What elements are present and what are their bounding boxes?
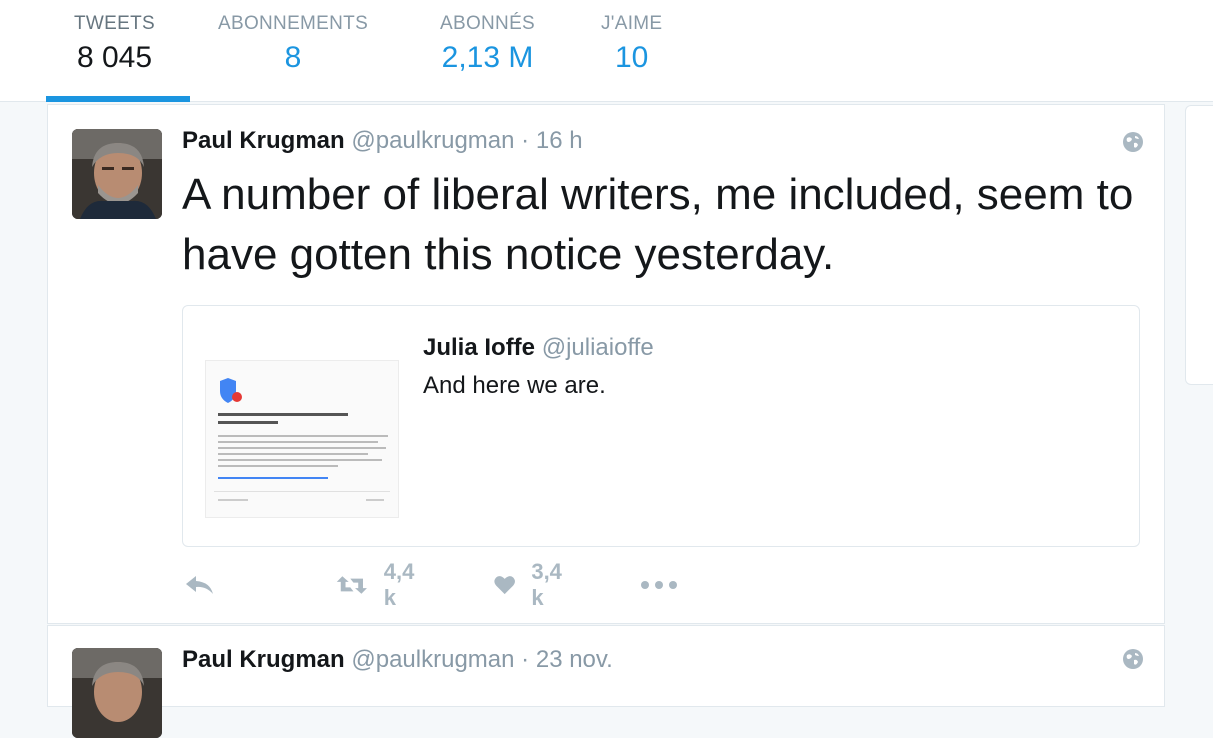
retweet-icon: [336, 576, 367, 594]
author-name[interactable]: Paul Krugman: [182, 646, 345, 673]
tweet-header: Paul Krugman @paulkrugman · 16 h: [182, 127, 583, 155]
stat-label: J'AIME: [601, 13, 663, 34]
tweet[interactable]: Paul Krugman @paulkrugman · 23 nov.: [47, 625, 1165, 738]
quoted-tweet[interactable]: Google Julia Ioffe @juliaioffe And h: [182, 305, 1140, 547]
stat-value: 2,13 M: [441, 41, 534, 74]
stat-value: 8: [284, 41, 302, 74]
separator: ·: [521, 127, 530, 154]
reply-icon: [186, 576, 213, 594]
retweet-count: 4,4 k: [383, 559, 415, 610]
more-button[interactable]: [640, 567, 678, 603]
tweet-text: A number of liberal writers, me included…: [182, 170, 1134, 279]
profile-nav: TWEETS 8 045 ABONNEMENTS 8 ABONNÉS 2,13 …: [0, 0, 1213, 102]
retweet-button[interactable]: 4,4 k: [336, 559, 423, 610]
stat-following[interactable]: ABONNEMENTS 8: [218, 13, 368, 75]
stat-label: TWEETS: [74, 13, 155, 34]
separator: ·: [521, 646, 530, 673]
tweet-timestamp[interactable]: 23 nov.: [536, 646, 613, 673]
tweet[interactable]: Paul Krugman @paulkrugman · 16 h A numbe…: [47, 104, 1165, 624]
stat-followers[interactable]: ABONNÉS 2,13 M: [440, 13, 535, 75]
quoted-author: Julia Ioffe @juliaioffe: [423, 334, 654, 362]
tweet-timestamp[interactable]: 16 h: [536, 127, 583, 154]
like-button[interactable]: 3,4 k: [494, 559, 569, 610]
quoted-author-handle[interactable]: @juliaioffe: [542, 334, 654, 361]
quoted-author-name[interactable]: Julia Ioffe: [423, 334, 535, 361]
stat-label: ABONNEMENTS: [218, 13, 369, 34]
avatar[interactable]: [72, 648, 162, 738]
globe-icon: [1122, 131, 1144, 153]
author-handle[interactable]: @paulkrugman: [351, 646, 514, 673]
stat-label: ABONNÉS: [440, 13, 536, 34]
quoted-tweet-image[interactable]: Google: [205, 340, 399, 518]
author-handle[interactable]: @paulkrugman: [351, 127, 514, 154]
quoted-tweet-text: And here we are.: [423, 372, 606, 399]
more-icon: [641, 581, 677, 589]
reply-button[interactable]: [184, 567, 216, 603]
globe-icon: [1122, 648, 1144, 670]
tweet-header: Paul Krugman @paulkrugman · 23 nov.: [182, 646, 613, 674]
heart-icon: [494, 576, 515, 595]
stat-value: 8 045: [76, 41, 153, 74]
author-name[interactable]: Paul Krugman: [182, 127, 345, 154]
stat-likes[interactable]: J'AIME 10: [601, 13, 662, 75]
stat-tweets[interactable]: TWEETS 8 045: [74, 13, 155, 75]
avatar[interactable]: [72, 129, 162, 219]
sidebar-card: [1185, 105, 1213, 385]
stat-value: 10: [615, 41, 649, 74]
like-count: 3,4 k: [531, 559, 562, 610]
active-tab-indicator: [46, 96, 190, 102]
